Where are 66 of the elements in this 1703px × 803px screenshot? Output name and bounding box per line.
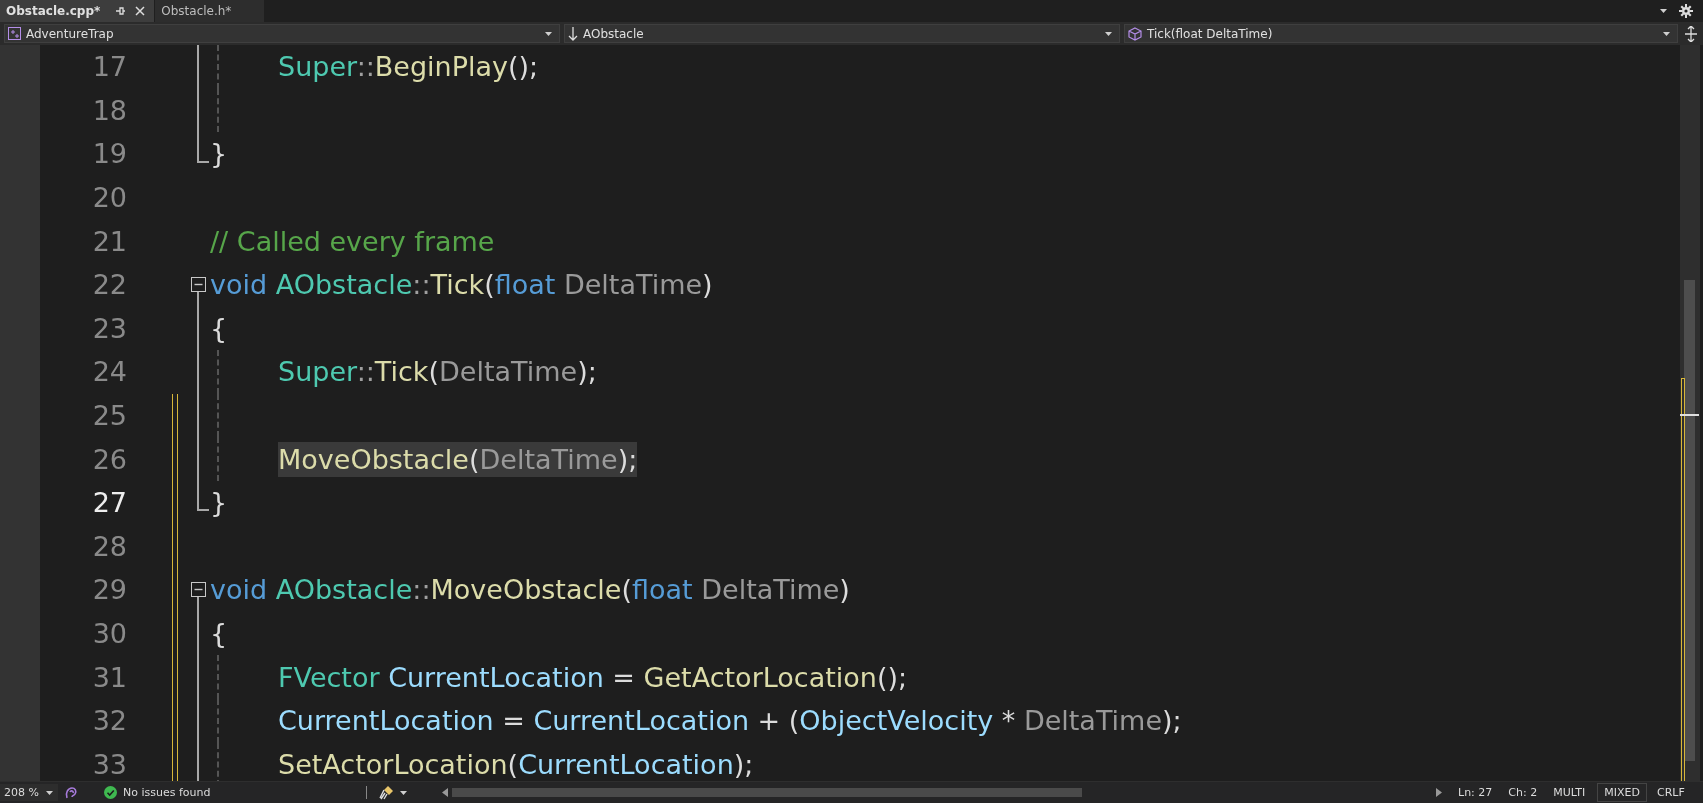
column-position[interactable]: Ch: 2 [1508,786,1538,799]
line-number: 33 [91,748,127,780]
line-number: 18 [91,94,127,126]
cube-icon [1128,26,1142,41]
code-line: { [210,617,228,651]
editor-tab[interactable]: Obstacle.h* [155,0,265,22]
pin-icon[interactable] [114,5,127,17]
line-number: 22 [91,269,127,301]
navigation-dropdown[interactable]: AdventureTrap [4,24,560,43]
vertical-scrollbar[interactable] [1680,45,1700,781]
code-line: FVector CurrentLocation = GetActorLocation(); [278,660,908,695]
line-number: 23 [91,312,127,344]
code-line: void AObstacle::MoveObstacle(float DeltaTime) [210,573,850,608]
code-line: } [210,486,228,521]
caret-icon[interactable] [45,789,54,796]
line-number: 21 [91,225,127,257]
settings-icon[interactable] [1679,4,1693,18]
line-number: 28 [91,530,127,562]
line-endings[interactable]: CRLF [1657,786,1685,799]
horizontal-scrollbar[interactable] [442,786,1442,799]
code-cleanup-button[interactable] [379,785,408,800]
indentation-mode[interactable]: MIXED [1597,783,1647,802]
line-number: 17 [91,51,127,83]
line-number: 19 [91,138,127,170]
line-number: 31 [91,661,127,693]
caret-icon[interactable] [399,789,408,796]
check-icon[interactable] [104,786,117,799]
editor-tab[interactable]: Obstacle.cpp* [0,0,155,22]
caret-icon[interactable] [1662,30,1671,37]
scroll-left-icon[interactable] [442,788,448,797]
code-line: SetActorLocation(CurrentLocation); [278,747,754,781]
navigation-dropdown[interactable]: AObstacle [564,24,1120,43]
code-line: } [210,137,228,172]
scroll-caret-marker [1680,414,1699,416]
zoom-dropdown[interactable]: 208 % [0,784,58,801]
line-number: 24 [91,356,127,388]
scroll-right-icon[interactable] [1436,788,1442,797]
code-line: { [210,311,228,346]
scrollbar-thumb[interactable] [452,788,1082,797]
close-icon[interactable] [134,5,147,17]
line-number: 27 [91,487,127,519]
caret-icon[interactable] [544,30,553,37]
code-comment: // Called every frame [210,224,495,259]
code-line: void AObstacle::Tick(float DeltaTime) [210,268,713,303]
line-number: 25 [91,400,127,432]
issues-indicator[interactable]: No issues found [104,786,254,799]
split-window-icon[interactable] [1684,25,1698,42]
down-arrow-icon [568,26,578,41]
selection-mode[interactable]: MULTI [1553,786,1586,799]
line-number: 32 [91,705,127,737]
code-line: Super::Tick(DeltaTime); [278,355,597,390]
line-position[interactable]: Ln: 27 [1458,786,1493,799]
tab-list-dropdown-icon[interactable] [1659,8,1669,14]
caret-icon[interactable] [1104,30,1113,37]
navigation-dropdown[interactable]: Tick(float DeltaTime) [1124,24,1678,43]
line-number: 30 [91,618,127,649]
code-line: Super::BeginPlay(); [278,50,539,85]
collapse-icon[interactable] [190,277,206,293]
line-number: 29 [91,574,127,606]
line-number: 20 [91,182,127,214]
line-number: 26 [91,443,127,475]
broom-icon[interactable] [379,785,394,800]
scrollbar-thumb[interactable] [1684,280,1695,761]
code-line: CurrentLocation = CurrentLocation + (ObjectVelocity * DeltaTime); [278,704,1182,739]
project-icon [8,27,21,40]
collapse-icon[interactable] [190,582,206,598]
